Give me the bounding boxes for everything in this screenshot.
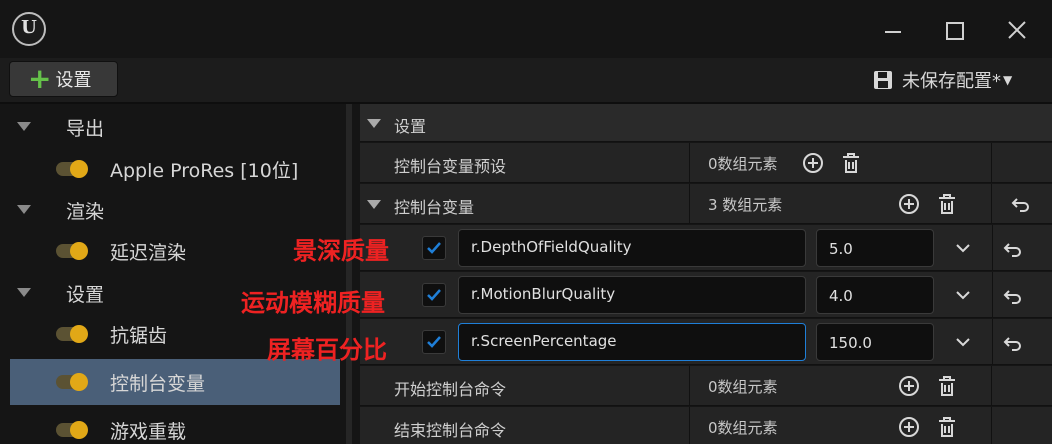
enable-toggle[interactable] (56, 421, 88, 439)
cvar-enabled-checkbox[interactable] (422, 283, 446, 307)
tree-item-label: 控制台变量 (110, 372, 206, 395)
checkmark-icon (427, 336, 441, 348)
expand-arrow-icon[interactable] (367, 200, 381, 209)
expand-arrow-icon (17, 205, 31, 214)
array-count: 0数组元素 (708, 378, 778, 396)
category-label: 设置 (66, 283, 105, 306)
reset-icon[interactable] (1002, 332, 1024, 354)
category-render[interactable]: 渲染 (10, 190, 340, 230)
trash-icon[interactable] (936, 193, 958, 215)
cvar-enabled-checkbox[interactable] (422, 236, 446, 260)
chevron-down-icon[interactable] (954, 333, 972, 351)
maximize-button[interactable] (932, 10, 976, 50)
chevron-down-icon: ▼ (1003, 73, 1013, 87)
end-commands-row: 结束控制台命令 0数组元素 (360, 407, 1052, 444)
property-label: 开始控制台命令 (394, 380, 507, 399)
tree-item-label: 抗锯齿 (110, 324, 168, 347)
preset-label: 未保存配置* (902, 71, 1001, 92)
add-element-icon[interactable] (898, 375, 920, 397)
expand-arrow-icon (367, 119, 381, 128)
toolbar: + 设置 未保存配置* ▼ (0, 58, 1052, 102)
cvar-name-input[interactable]: r.DepthOfFieldQuality (458, 229, 806, 267)
plus-icon: + (28, 62, 52, 95)
start-commands-row: 开始控制台命令 0数组元素 (360, 366, 1052, 406)
reset-icon[interactable] (1010, 193, 1032, 215)
trash-icon[interactable] (936, 416, 958, 438)
enable-toggle[interactable] (56, 325, 88, 343)
checkmark-icon (427, 242, 441, 254)
category-export[interactable]: 导出 (10, 107, 340, 147)
cvar-name-input[interactable]: r.MotionBlurQuality (458, 276, 806, 314)
tree-item-apple-prores[interactable]: Apple ProRes [10位] (10, 149, 340, 189)
property-label: 控制台变量预设 (394, 157, 507, 176)
preset-dropdown[interactable]: 未保存配置* ▼ (872, 65, 1012, 95)
array-count: 3 数组元素 (708, 196, 783, 214)
title-bar: U (0, 0, 1052, 58)
add-element-icon[interactable] (898, 193, 920, 215)
save-icon (874, 71, 892, 89)
expand-arrow-icon (17, 122, 31, 131)
reset-icon[interactable] (1002, 285, 1024, 307)
add-element-icon[interactable] (802, 152, 824, 174)
tree-item-console-variables[interactable]: 控制台变量 (10, 359, 340, 405)
property-label: 控制台变量 (394, 198, 475, 217)
enable-toggle[interactable] (56, 160, 88, 178)
enable-toggle[interactable] (56, 242, 88, 260)
reset-icon[interactable] (1002, 238, 1024, 260)
minimize-button[interactable] (870, 10, 914, 50)
section-label: 设置 (394, 117, 427, 136)
annotation-motion-blur: 运动模糊质量 (241, 289, 385, 317)
tree-item-label: 游戏重载 (110, 420, 187, 443)
category-label: 导出 (66, 117, 105, 140)
cvar-value-input[interactable]: 150.0 (816, 323, 934, 361)
property-label: 结束控制台命令 (394, 421, 507, 440)
cvar-presets-row: 控制台变量预设 0数组元素 (360, 143, 1052, 183)
tree-item-label: 延迟渲染 (110, 241, 187, 264)
cvar-entry-row: r.ScreenPercentage 150.0 (360, 319, 1052, 365)
trash-icon[interactable] (840, 152, 862, 174)
chevron-down-icon[interactable] (954, 286, 972, 304)
trash-icon[interactable] (936, 375, 958, 397)
cvar-name-input[interactable]: r.ScreenPercentage (458, 323, 806, 361)
cvars-row: 控制台变量 3 数组元素 (360, 184, 1052, 224)
tree-item-label: Apple ProRes [10位] (110, 159, 299, 182)
close-button[interactable] (995, 10, 1039, 50)
array-count: 0数组元素 (708, 155, 778, 173)
checkmark-icon (427, 289, 441, 301)
category-label: 渲染 (66, 200, 105, 223)
add-element-icon[interactable] (898, 416, 920, 438)
add-setting-label: 设置 (55, 70, 92, 91)
cvar-entry-row: r.DepthOfFieldQuality 5.0 (360, 225, 1052, 271)
tree-item-game-overrides[interactable]: 游戏重载 (10, 410, 340, 444)
annotation-screen-percentage: 屏幕百分比 (267, 336, 387, 364)
cvar-entry-row: r.MotionBlurQuality 4.0 (360, 272, 1052, 318)
cvar-enabled-checkbox[interactable] (422, 330, 446, 354)
unreal-logo-icon: U (12, 12, 46, 46)
tree-item-deferred-render[interactable]: 延迟渲染 (10, 231, 340, 271)
close-icon (1008, 21, 1026, 39)
array-count: 0数组元素 (708, 419, 778, 437)
settings-tree: 导出 Apple ProRes [10位] 渲染 延迟渲染 设置 抗锯齿 控制台… (0, 104, 346, 444)
add-setting-button[interactable]: + 设置 (9, 61, 118, 97)
expand-arrow-icon (17, 288, 31, 297)
chevron-down-icon[interactable] (954, 239, 972, 257)
section-header[interactable]: 设置 (360, 104, 1052, 142)
enable-toggle[interactable] (56, 373, 88, 391)
details-panel: 设置 控制台变量预设 0数组元素 控制台变量 3 数组元素 r.DepthOfF… (346, 104, 1052, 444)
cvar-value-input[interactable]: 5.0 (816, 229, 934, 267)
cvar-value-input[interactable]: 4.0 (816, 276, 934, 314)
annotation-depth-of-field: 景深质量 (293, 237, 389, 265)
